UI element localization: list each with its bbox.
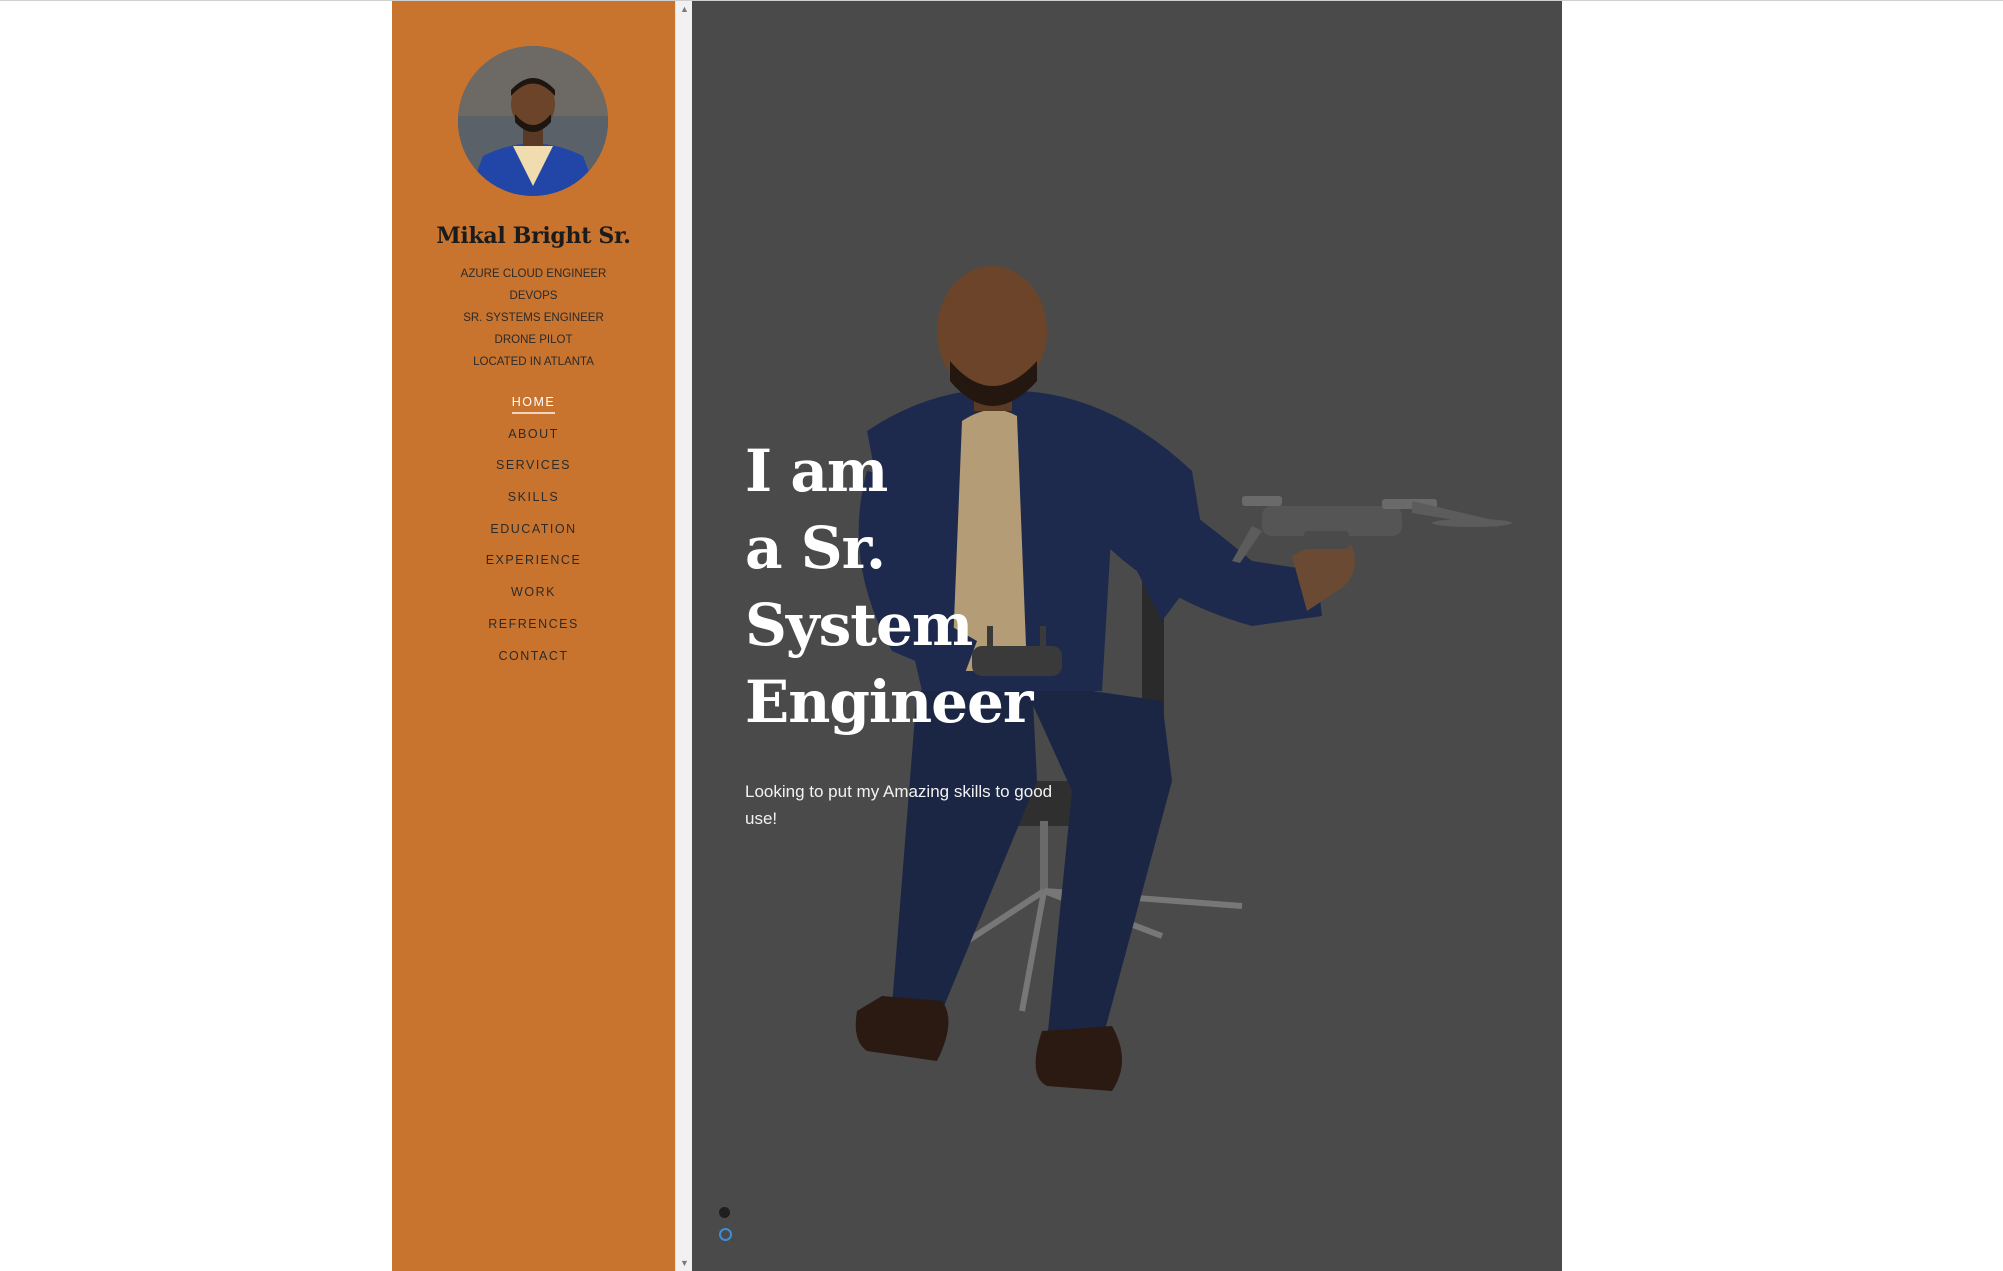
nav-item-home[interactable]: HOME bbox=[392, 395, 675, 427]
main-nav: HOME ABOUT SERVICES SKILLS EDUCATION EXP… bbox=[392, 395, 675, 680]
nav-item-label: HOME bbox=[511, 395, 556, 414]
nav-item-about[interactable]: ABOUT bbox=[392, 427, 675, 459]
hero-section: I am a Sr. System Engineer Looking to pu… bbox=[692, 1, 1562, 1271]
nav-item-education[interactable]: EDUCATION bbox=[392, 522, 675, 554]
nav-item-label: CONTACT bbox=[498, 648, 569, 663]
hero-heading-line: a Sr. bbox=[745, 514, 886, 582]
slide-dot-2-active[interactable] bbox=[719, 1228, 732, 1241]
hero-subtitle: Looking to put my Amazing skills to good… bbox=[745, 782, 1053, 828]
nav-item-label: EXPERIENCE bbox=[485, 553, 582, 568]
sidebar-scrollbar[interactable]: ▲ ▼ bbox=[675, 1, 693, 1271]
profile-name: Mikal Bright Sr. bbox=[436, 223, 631, 249]
profile-title: DRONE PILOT bbox=[494, 334, 573, 346]
hero-heading-line: System bbox=[745, 591, 973, 659]
nav-item-experience[interactable]: EXPERIENCE bbox=[392, 553, 675, 585]
slide-dot-1[interactable] bbox=[719, 1207, 730, 1218]
nav-item-label: EDUCATION bbox=[490, 521, 577, 536]
profile-title: DEVOPS bbox=[509, 290, 558, 302]
sidebar: Mikal Bright Sr. AZURE CLOUD ENGINEER DE… bbox=[392, 1, 675, 1271]
nav-item-label: WORK bbox=[511, 585, 556, 600]
hero-heading-line: Engineer bbox=[745, 668, 1033, 736]
hero-heading: I am a Sr. System Engineer bbox=[745, 433, 1033, 741]
nav-item-label: ABOUT bbox=[508, 426, 559, 441]
nav-item-label: REFRENCES bbox=[488, 616, 579, 631]
nav-item-services[interactable]: SERVICES bbox=[392, 458, 675, 490]
nav-item-label: SERVICES bbox=[496, 458, 571, 473]
profile-title: LOCATED IN ATLANTA bbox=[473, 356, 594, 368]
scroll-up-arrow-icon[interactable]: ▲ bbox=[676, 1, 693, 17]
nav-item-skills[interactable]: SKILLS bbox=[392, 490, 675, 522]
hero-heading-line: I am bbox=[745, 437, 888, 505]
profile-title: SR. SYSTEMS ENGINEER bbox=[463, 312, 604, 324]
nav-item-work[interactable]: WORK bbox=[392, 585, 675, 617]
profile-avatar bbox=[458, 46, 608, 196]
page-frame: Mikal Bright Sr. AZURE CLOUD ENGINEER DE… bbox=[392, 1, 1562, 1271]
scrollbar-thumb[interactable] bbox=[680, 17, 689, 1253]
nav-item-contact[interactable]: CONTACT bbox=[392, 649, 675, 681]
nav-item-references[interactable]: REFRENCES bbox=[392, 617, 675, 649]
scroll-down-arrow-icon[interactable]: ▼ bbox=[676, 1255, 693, 1271]
profile-titles: AZURE CLOUD ENGINEER DEVOPS SR. SYSTEMS … bbox=[392, 263, 675, 373]
nav-item-label: SKILLS bbox=[507, 490, 560, 505]
profile-title: AZURE CLOUD ENGINEER bbox=[460, 268, 607, 280]
